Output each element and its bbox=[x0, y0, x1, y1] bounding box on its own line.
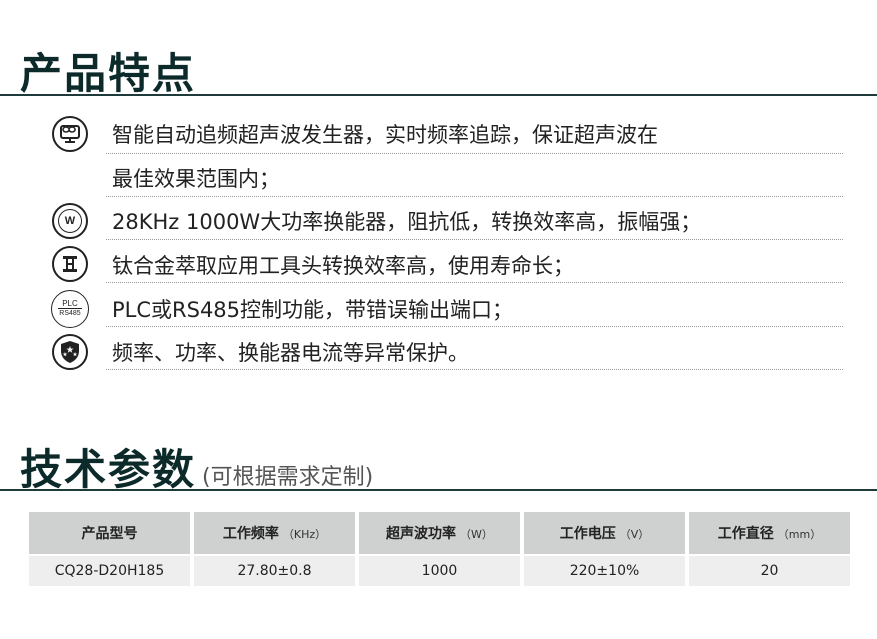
specs-title-text: 技术参数 bbox=[20, 445, 197, 494]
cell-frequency: 27.80±0.8 bbox=[194, 556, 355, 586]
header-power-unit: （W） bbox=[460, 528, 493, 541]
cell-diameter: 20 bbox=[689, 556, 850, 586]
cell-voltage: 220±10% bbox=[524, 556, 685, 586]
feature-2-line-1: 28KHz 1000W大功率换能器，阻抗低，转换效率高，振幅强； bbox=[112, 210, 702, 234]
header-voltage-unit: （V） bbox=[619, 528, 650, 541]
feature-1-line-2: 最佳效果范围内； bbox=[112, 167, 280, 191]
feature-3-line-1: 钛合金萃取应用工具头转换效率高，使用寿命长； bbox=[112, 254, 574, 278]
header-frequency-unit: （KHz） bbox=[282, 528, 327, 541]
watt-icon: W bbox=[52, 203, 88, 239]
feature-divider bbox=[106, 196, 843, 197]
header-model: 产品型号 bbox=[29, 512, 190, 554]
feature-divider bbox=[106, 153, 843, 154]
header-voltage: 工作电压 （V） bbox=[524, 512, 685, 554]
header-diameter-unit: （mm） bbox=[777, 528, 822, 541]
header-frequency: 工作频率 （KHz） bbox=[194, 512, 355, 554]
feature-divider bbox=[106, 369, 843, 370]
watt-icon-label: W bbox=[64, 215, 76, 227]
cell-power: 1000 bbox=[359, 556, 520, 586]
header-frequency-label: 工作频率 bbox=[222, 526, 279, 542]
feature-1-line-1: 智能自动追频超声波发生器，实时频率追踪，保证超声波在 bbox=[112, 123, 658, 147]
specs-title: 技术参数 (可根据需求定制) bbox=[20, 436, 373, 497]
monitor-icon bbox=[52, 116, 88, 152]
table-row: CQ28-D20H185 27.80±0.8 1000 220±10% 20 bbox=[29, 556, 850, 586]
specs-title-rule bbox=[0, 489, 877, 491]
header-diameter: 工作直径 （mm） bbox=[689, 512, 850, 554]
tool-head-icon bbox=[52, 246, 88, 282]
features-title-rule bbox=[0, 94, 877, 96]
shield-icon bbox=[52, 334, 88, 370]
specs-subtitle: (可根据需求定制) bbox=[202, 465, 374, 490]
feature-divider bbox=[106, 282, 843, 283]
header-power-label: 超声波功率 bbox=[386, 526, 457, 542]
header-voltage-label: 工作电压 bbox=[559, 526, 616, 542]
features-title: 产品特点 bbox=[20, 40, 196, 101]
features-title-text: 产品特点 bbox=[20, 49, 197, 98]
feature-5-line-1: 频率、功率、换能器电流等异常保护。 bbox=[112, 341, 469, 365]
plc-rs485-icon: PLC RS485 bbox=[51, 290, 89, 328]
feature-divider bbox=[106, 326, 843, 327]
feature-divider bbox=[106, 239, 843, 240]
feature-4-line-1: PLC或RS485控制功能，带错误输出端口； bbox=[112, 298, 514, 322]
plc-icon-label: PLC bbox=[58, 299, 82, 309]
specs-header-row: 产品型号 工作频率 （KHz） 超声波功率 （W） 工作电压 （V） 工作直径 （mm） bbox=[29, 512, 850, 554]
header-model-label: 产品型号 bbox=[81, 526, 138, 542]
specs-table: 产品型号 工作频率 （KHz） 超声波功率 （W） 工作电压 （V） 工作直径 （mm）… bbox=[25, 510, 854, 588]
cell-model: CQ28-D20H185 bbox=[29, 556, 190, 586]
rs485-icon-label: RS485 bbox=[59, 310, 81, 317]
header-power: 超声波功率 （W） bbox=[359, 512, 520, 554]
header-diameter-label: 工作直径 bbox=[717, 526, 774, 542]
